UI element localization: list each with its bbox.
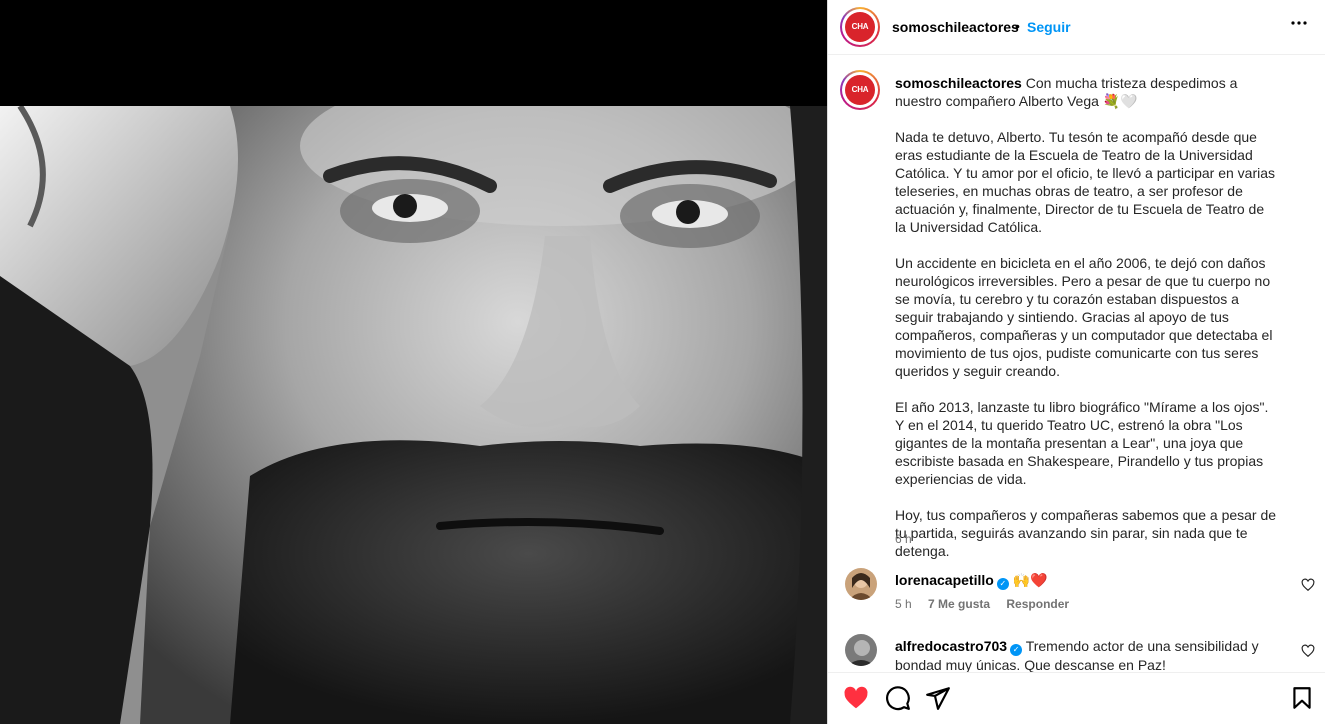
commenter-username[interactable]: alfredocastro703 — [895, 638, 1007, 654]
comment-item: lorenacapetillo ✓ 🙌❤️ 5 h 7 Me gusta Resp… — [845, 568, 1315, 628]
caption-paragraph: Un accidente en bicicleta en el año 2006… — [895, 255, 1273, 379]
comment-reply-button[interactable]: Responder — [1006, 597, 1069, 611]
more-options-icon[interactable] — [1290, 14, 1308, 38]
comment-timestamp[interactable]: 5 h — [895, 597, 912, 611]
comments-scroll-area[interactable]: CHA somoschileactores Con mucha tristeza… — [828, 56, 1325, 672]
caption-paragraph: El año 2013, lanzaste tu libro biográfic… — [895, 399, 1269, 487]
post-media[interactable] — [0, 0, 827, 724]
commenter-avatar[interactable] — [845, 568, 877, 600]
caption-username[interactable]: somoschileactores — [895, 75, 1022, 91]
comment-text: 🙌❤️ — [1012, 572, 1048, 588]
separator-dot: • — [1015, 18, 1020, 34]
like-heart-filled-icon[interactable] — [843, 685, 869, 711]
post-sidebar: CHA somoschileactores • Seguir CHA somos… — [827, 0, 1325, 724]
caption-timestamp[interactable]: 6 h — [895, 532, 912, 546]
caption-author-avatar[interactable]: CHA — [840, 70, 880, 110]
author-avatar[interactable]: CHA — [840, 7, 880, 47]
follow-button[interactable]: Seguir — [1027, 19, 1071, 35]
brand-logo: CHA — [845, 12, 875, 42]
comment-icon[interactable] — [885, 685, 911, 711]
verified-badge-icon: ✓ — [996, 578, 1009, 590]
comment-likes-count[interactable]: 7 Me gusta — [928, 597, 990, 611]
comment-meta: 5 h 7 Me gusta Responder — [895, 597, 1082, 611]
brand-logo: CHA — [845, 75, 875, 105]
commenter-avatar[interactable] — [845, 634, 877, 666]
comment-like-icon[interactable] — [1301, 578, 1315, 592]
caption-paragraph: Nada te detuvo, Alberto. Tu tesón te aco… — [895, 129, 1276, 235]
caption-emoji: 💐🤍 — [1102, 93, 1138, 109]
share-send-icon[interactable] — [925, 685, 951, 711]
post-header: CHA somoschileactores • Seguir — [828, 0, 1325, 55]
author-username[interactable]: somoschileactores — [892, 19, 1019, 35]
caption-paragraph: Hoy, tus compañeros y compañeras sabemos… — [895, 507, 1277, 559]
post-photo — [0, 106, 827, 724]
save-bookmark-icon[interactable] — [1289, 685, 1315, 711]
post-caption: somoschileactores Con mucha tristeza des… — [895, 74, 1278, 560]
comment-like-icon[interactable] — [1301, 644, 1315, 658]
verified-badge-icon: ✓ — [1010, 644, 1023, 656]
post-actions-bar — [828, 672, 1325, 724]
comment-item: alfredocastro703 ✓ Tremendo actor de una … — [845, 634, 1315, 672]
commenter-username[interactable]: lorenacapetillo — [895, 572, 994, 588]
